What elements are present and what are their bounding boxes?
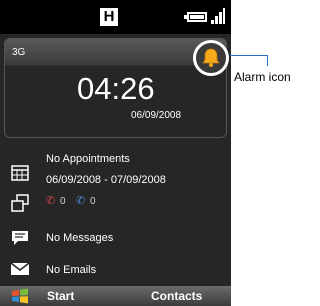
signal-icon[interactable] bbox=[211, 8, 225, 24]
alarm-callout-label: Alarm icon bbox=[234, 70, 291, 84]
email-icon bbox=[11, 263, 29, 275]
windows-stack-icon bbox=[11, 194, 29, 212]
voicemail-count: 0 bbox=[90, 196, 96, 207]
missed-call-icon[interactable]: ✆ bbox=[46, 194, 55, 207]
start-softkey[interactable]: Start bbox=[47, 289, 74, 303]
contacts-softkey[interactable]: Contacts bbox=[151, 289, 202, 303]
status-bar: H bbox=[0, 0, 231, 34]
clock-date: 06/09/2008 bbox=[131, 110, 182, 121]
battery-icon[interactable] bbox=[184, 12, 207, 22]
network-type: 3G bbox=[12, 47, 26, 58]
message-icon bbox=[12, 231, 28, 245]
clock-time: 04:26 bbox=[77, 71, 155, 106]
callout-line bbox=[230, 55, 268, 66]
voicemail-icon[interactable]: ✆ bbox=[76, 194, 85, 207]
calendar-icon bbox=[11, 165, 29, 181]
windows-logo-icon[interactable] bbox=[11, 288, 29, 304]
appointments-label[interactable]: No Appointments bbox=[46, 153, 130, 165]
emails-label[interactable]: No Emails bbox=[46, 264, 96, 276]
softkey-bar: Start Contacts bbox=[0, 286, 231, 306]
alarm-bell-icon[interactable] bbox=[201, 47, 221, 69]
messages-label[interactable]: No Messages bbox=[46, 232, 113, 244]
alarm-icon-highlight[interactable] bbox=[193, 40, 229, 76]
appointments-range[interactable]: 06/09/2008 - 07/09/2008 bbox=[46, 174, 166, 186]
missed-call-count: 0 bbox=[60, 196, 66, 207]
hsdpa-indicator-icon: H bbox=[100, 8, 118, 26]
